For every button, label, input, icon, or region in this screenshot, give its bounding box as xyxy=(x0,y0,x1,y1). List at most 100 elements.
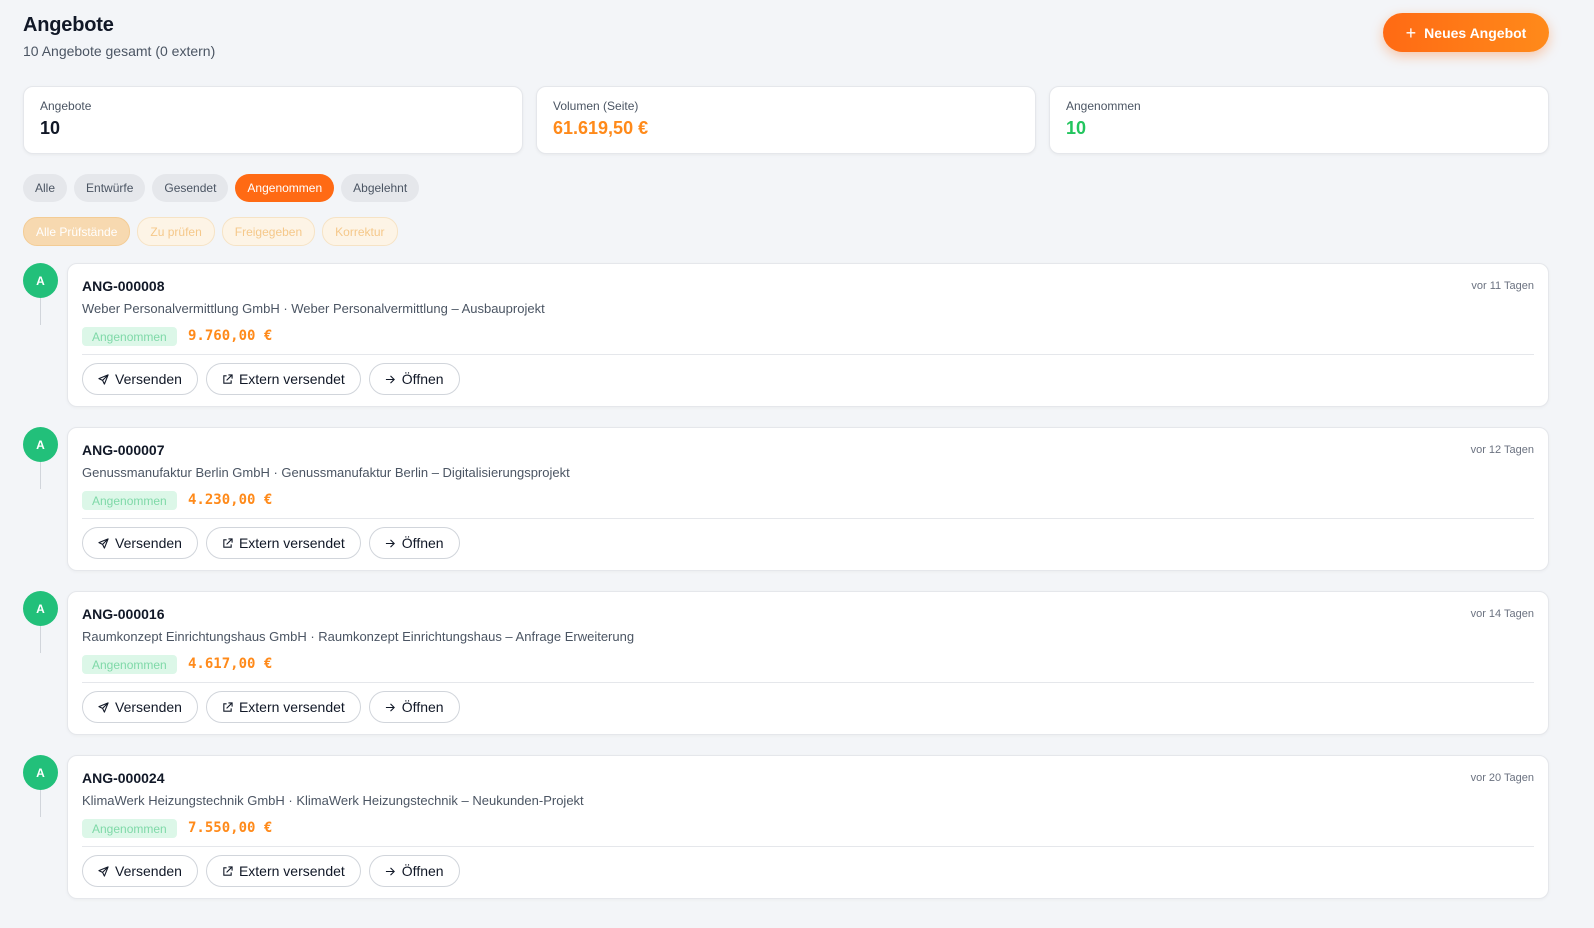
review-filter-bar: Alle Prüfstände Zu prüfen Freigegeben Ko… xyxy=(23,217,398,246)
stat-card-offers: Angebote 10 xyxy=(23,86,523,154)
stat-label: Angebote xyxy=(40,99,92,113)
open-button[interactable]: Öffnen xyxy=(368,691,460,723)
new-offer-button[interactable]: + Neues Angebot xyxy=(1383,13,1549,52)
open-button-label: Öffnen xyxy=(401,699,444,715)
filter-chip-all[interactable]: Alle xyxy=(23,174,68,202)
offer-amount: 4.617,00 € xyxy=(188,656,273,672)
external-link-icon xyxy=(223,701,233,712)
offer-description: Raumkonzept Einrichtungshaus GmbH · Raum… xyxy=(82,629,635,644)
offer-row: A ANG-000024 vor 20 Tagen KlimaWerk Heiz… xyxy=(23,755,1549,919)
offer-description: Weber Personalvermittlung GmbH · Weber P… xyxy=(82,301,545,316)
send-button-label: Versenden xyxy=(115,699,182,715)
external-sent-button-label: Extern versendet xyxy=(238,699,345,715)
filter-chip-accepted[interactable]: Angenommen xyxy=(235,174,335,202)
divider xyxy=(82,846,1534,847)
send-button-label: Versenden xyxy=(115,535,182,551)
external-sent-button[interactable]: Extern versendet xyxy=(205,855,361,887)
send-icon xyxy=(98,701,109,713)
page-subtitle: 10 Angebote gesamt (0 extern) xyxy=(23,43,216,59)
arrow-right-icon xyxy=(385,702,395,712)
open-button[interactable]: Öffnen xyxy=(368,855,460,887)
status-filter-bar: Alle Entwürfe Gesendet Angenommen Abgele… xyxy=(23,174,420,202)
offer-id: ANG-000024 xyxy=(82,770,165,786)
filter-chip-rejected[interactable]: Abgelehnt xyxy=(341,174,420,202)
status-badge: Angenommen xyxy=(82,327,177,346)
review-chip-approved[interactable]: Freigegeben xyxy=(221,217,316,246)
timeline-connector xyxy=(40,790,41,817)
offer-row: A ANG-000016 vor 14 Tagen Raumkonzept Ei… xyxy=(23,591,1549,755)
open-button-label: Öffnen xyxy=(401,863,444,879)
timeline-connector xyxy=(40,626,41,653)
external-sent-button-label: Extern versendet xyxy=(238,863,345,879)
send-button[interactable]: Versenden xyxy=(82,855,198,887)
send-icon xyxy=(98,537,109,549)
arrow-right-icon xyxy=(385,538,395,548)
external-link-icon xyxy=(223,537,233,548)
arrow-right-icon xyxy=(385,866,395,876)
status-badge: Angenommen xyxy=(82,819,177,838)
offer-actions: Versenden Extern versendet Öffnen xyxy=(82,855,460,887)
offer-id: ANG-000008 xyxy=(82,278,165,294)
arrow-right-icon xyxy=(385,374,395,384)
offer-timestamp: vor 11 Tagen xyxy=(1471,280,1534,292)
page-title: Angebote xyxy=(23,14,114,36)
send-button-label: Versenden xyxy=(115,371,182,387)
offer-card[interactable]: ANG-000016 vor 14 Tagen Raumkonzept Einr… xyxy=(67,591,1549,735)
send-button-label: Versenden xyxy=(115,863,182,879)
offer-row: A ANG-000007 vor 12 Tagen Genussmanufakt… xyxy=(23,427,1549,591)
stat-card-accepted: Angenommen 10 xyxy=(1049,86,1549,154)
review-chip-all[interactable]: Alle Prüfstände xyxy=(23,217,131,246)
stat-card-volume: Volumen (Seite) 61.619,50 € xyxy=(536,86,1036,154)
external-sent-button[interactable]: Extern versendet xyxy=(205,527,361,559)
send-button[interactable]: Versenden xyxy=(82,527,198,559)
stat-value: 10 xyxy=(40,118,61,138)
plus-icon: + xyxy=(1405,22,1417,43)
stat-label: Angenommen xyxy=(1066,99,1141,113)
open-button-label: Öffnen xyxy=(401,535,444,551)
divider xyxy=(82,518,1534,519)
external-link-icon xyxy=(223,865,233,876)
offer-amount: 7.550,00 € xyxy=(188,820,273,836)
send-icon xyxy=(98,865,109,877)
filter-chip-sent[interactable]: Gesendet xyxy=(152,174,229,202)
external-sent-button-label: Extern versendet xyxy=(238,371,345,387)
status-badge: Angenommen xyxy=(82,491,177,510)
external-sent-button-label: Extern versendet xyxy=(238,535,345,551)
send-button[interactable]: Versenden xyxy=(82,363,198,395)
offer-actions: Versenden Extern versendet Öffnen xyxy=(82,527,460,559)
external-sent-button[interactable]: Extern versendet xyxy=(205,691,361,723)
offer-id: ANG-000016 xyxy=(82,606,165,622)
divider xyxy=(82,354,1534,355)
offer-description: Genussmanufaktur Berlin GmbH · Genussman… xyxy=(82,465,570,480)
offer-card[interactable]: ANG-000024 vor 20 Tagen KlimaWerk Heizun… xyxy=(67,755,1549,899)
offer-amount: 4.230,00 € xyxy=(188,492,273,508)
send-icon xyxy=(98,373,109,385)
external-link-icon xyxy=(223,373,233,384)
avatar: A xyxy=(23,427,58,462)
external-sent-button[interactable]: Extern versendet xyxy=(205,363,361,395)
new-offer-button-label: Neues Angebot xyxy=(1424,24,1527,41)
timeline-connector xyxy=(40,298,41,325)
offer-actions: Versenden Extern versendet Öffnen xyxy=(82,363,460,395)
offer-timestamp: vor 14 Tagen xyxy=(1470,608,1534,620)
offer-actions: Versenden Extern versendet Öffnen xyxy=(82,691,460,723)
offer-card[interactable]: ANG-000008 vor 11 Tagen Weber Personalve… xyxy=(67,263,1549,407)
offer-timestamp: vor 20 Tagen xyxy=(1470,772,1534,784)
offer-description: KlimaWerk Heizungstechnik GmbH · KlimaWe… xyxy=(82,793,584,808)
open-button[interactable]: Öffnen xyxy=(368,527,460,559)
stat-value: 61.619,50 € xyxy=(553,118,649,138)
review-chip-to-review[interactable]: Zu prüfen xyxy=(137,217,215,246)
offer-amount: 9.760,00 € xyxy=(188,328,273,344)
offer-list: A ANG-000008 vor 11 Tagen Weber Personal… xyxy=(23,263,1549,919)
timeline-connector xyxy=(40,462,41,489)
offer-row: A ANG-000008 vor 11 Tagen Weber Personal… xyxy=(23,263,1549,427)
page-header: Angebote 10 Angebote gesamt (0 extern) xyxy=(23,14,215,59)
send-button[interactable]: Versenden xyxy=(82,691,198,723)
stats-row: Angebote 10 Volumen (Seite) 61.619,50 € … xyxy=(23,86,1549,154)
offer-timestamp: vor 12 Tagen xyxy=(1470,444,1534,456)
open-button-label: Öffnen xyxy=(401,371,444,387)
open-button[interactable]: Öffnen xyxy=(368,363,460,395)
review-chip-correction[interactable]: Korrektur xyxy=(322,217,398,246)
filter-chip-drafts[interactable]: Entwürfe xyxy=(74,174,146,202)
offer-card[interactable]: ANG-000007 vor 12 Tagen Genussmanufaktur… xyxy=(67,427,1549,571)
